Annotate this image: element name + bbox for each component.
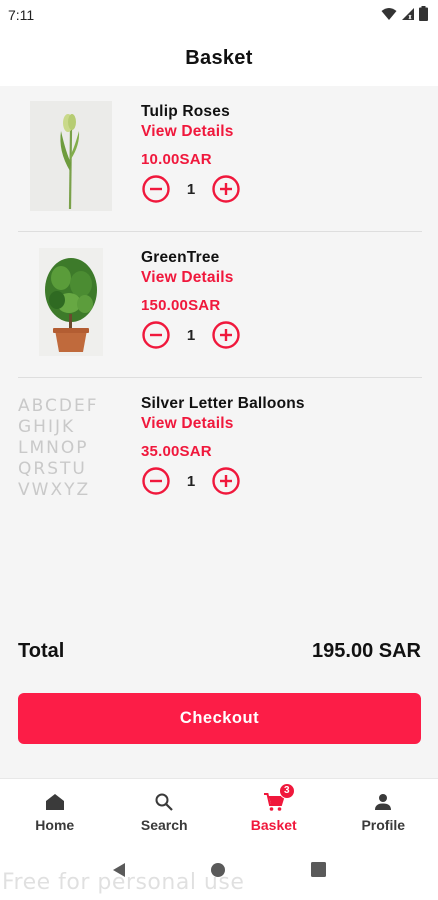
balloon-letters: ABCDEF GHIJK LMNOP QRSTU VWXYZ xyxy=(18,395,99,500)
view-details-link[interactable]: View Details xyxy=(141,123,241,141)
decrease-quantity-button[interactable] xyxy=(141,174,171,204)
letter-balloons-image[interactable]: ABCDEF GHIJK LMNOP QRSTU VWXYZ xyxy=(18,393,124,503)
total-value: 195.00 SAR xyxy=(312,640,421,662)
bottom-nav: Home Search 3 Basket Profile xyxy=(0,778,438,844)
decrease-quantity-button[interactable] xyxy=(141,320,171,350)
decrease-quantity-button[interactable] xyxy=(141,466,171,496)
item-price: 35.00SAR xyxy=(141,443,212,460)
total-row: Total 195.00 SAR xyxy=(18,640,421,663)
watermark-text: Free for personal use xyxy=(2,870,245,895)
cart-icon: 3 xyxy=(262,782,295,813)
recents-icon[interactable] xyxy=(310,862,326,882)
item-name: Tulip Roses xyxy=(141,103,230,120)
battery-icon xyxy=(419,6,428,24)
person-icon xyxy=(371,791,395,813)
nav-basket[interactable]: 3 Basket xyxy=(219,779,329,844)
nav-search[interactable]: Search xyxy=(110,779,220,844)
view-details-link[interactable]: View Details xyxy=(141,415,305,433)
nav-profile-label: Profile xyxy=(361,816,406,833)
nav-home-label: Home xyxy=(35,816,75,833)
status-icons xyxy=(381,6,428,24)
quantity-value: 1 xyxy=(186,180,196,198)
minus-circle-icon xyxy=(142,467,170,495)
plus-circle-icon xyxy=(212,321,240,349)
quantity-stepper: 1 xyxy=(141,466,305,496)
quantity-stepper: 1 xyxy=(141,174,241,204)
nav-basket-label: Basket xyxy=(250,816,297,833)
status-bar: 7:11 xyxy=(0,0,438,30)
item-price: 10.00SAR xyxy=(141,151,212,168)
nav-profile[interactable]: Profile xyxy=(329,779,438,844)
item-price: 150.00SAR xyxy=(141,297,221,314)
basket-list: Tulip Roses View Details 10.00SAR 1 Gree… xyxy=(0,86,438,524)
nav-home[interactable]: Home xyxy=(0,779,110,844)
item-name: GreenTree xyxy=(141,249,220,266)
basket-count-badge: 3 xyxy=(278,782,295,799)
page-title: Basket xyxy=(185,46,253,69)
view-details-link[interactable]: View Details xyxy=(141,269,241,287)
nav-search-label: Search xyxy=(140,816,188,833)
plus-circle-icon xyxy=(212,467,240,495)
tulip-image[interactable] xyxy=(30,101,112,211)
basket-item: GreenTree View Details 150.00SAR 1 xyxy=(0,232,438,378)
quantity-stepper: 1 xyxy=(141,320,241,350)
signal-icon xyxy=(401,7,415,24)
item-info: Tulip Roses View Details 10.00SAR 1 xyxy=(141,103,241,204)
quantity-value: 1 xyxy=(186,326,196,344)
total-label: Total xyxy=(18,640,65,662)
minus-circle-icon xyxy=(142,321,170,349)
home-icon xyxy=(43,791,67,813)
checkout-button[interactable]: Checkout xyxy=(18,693,421,744)
search-icon xyxy=(152,791,176,813)
wifi-icon xyxy=(381,7,397,24)
quantity-value: 1 xyxy=(186,472,196,490)
plus-circle-icon xyxy=(212,175,240,203)
item-info: GreenTree View Details 150.00SAR 1 xyxy=(141,249,241,350)
status-time: 7:11 xyxy=(8,7,35,23)
basket-item: Tulip Roses View Details 10.00SAR 1 xyxy=(0,86,438,232)
app-header: Basket xyxy=(0,30,438,86)
item-info: Silver Letter Balloons View Details 35.0… xyxy=(141,395,305,496)
minus-circle-icon xyxy=(142,175,170,203)
green-tree-image[interactable] xyxy=(30,247,112,357)
increase-quantity-button[interactable] xyxy=(211,174,241,204)
item-name: Silver Letter Balloons xyxy=(141,395,305,412)
increase-quantity-button[interactable] xyxy=(211,466,241,496)
increase-quantity-button[interactable] xyxy=(211,320,241,350)
basket-item: ABCDEF GHIJK LMNOP QRSTU VWXYZ Silver Le… xyxy=(0,378,438,524)
